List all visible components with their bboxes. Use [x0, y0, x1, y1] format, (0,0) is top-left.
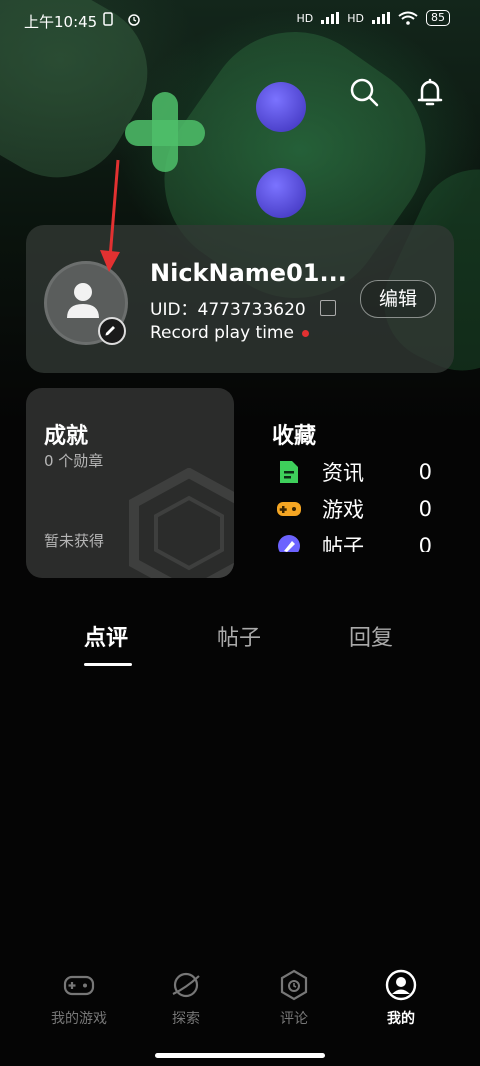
- home-indicator[interactable]: [155, 1053, 325, 1058]
- network-hd-label-2: HD: [347, 11, 364, 25]
- tab-posts[interactable]: 帖子: [217, 620, 261, 652]
- nav-comments[interactable]: 评论: [249, 968, 339, 1028]
- favorite-row-games[interactable]: 游戏 0: [276, 492, 432, 526]
- achievements-title: 成就: [44, 424, 89, 449]
- nickname: NickName01...: [150, 259, 347, 287]
- favorite-row-posts[interactable]: 帖子 0: [276, 529, 432, 552]
- nav-explore[interactable]: 探索: [141, 968, 231, 1028]
- tab-replies[interactable]: 回复: [349, 620, 393, 652]
- nav-label-my-games: 我的游戏: [51, 1011, 107, 1027]
- record-play-time[interactable]: Record play time: [150, 323, 309, 343]
- tab-reviews[interactable]: 点评: [84, 620, 128, 652]
- status-bar: 上午10:45 HD HD 85: [0, 0, 480, 40]
- favorite-label-posts: 帖子: [322, 535, 364, 552]
- favorite-count-games: 0: [418, 497, 432, 521]
- uid-value: 4773733620: [197, 300, 306, 320]
- battery-indicator: 85: [426, 10, 450, 26]
- vibrate-icon: [103, 12, 113, 26]
- uid-label: UID：: [150, 300, 198, 320]
- comment-icon: [280, 969, 308, 1001]
- achievements-empty: 暂未获得: [44, 532, 105, 550]
- alarm-icon: [128, 14, 141, 26]
- user-silhouette-icon: [67, 283, 99, 318]
- favorites-title: 收藏: [272, 424, 317, 449]
- top-actions: [348, 76, 446, 108]
- status-notification-icons: [100, 11, 142, 31]
- favorite-row-news[interactable]: 资讯 0: [276, 455, 432, 489]
- nav-label-explore: 探索: [172, 1011, 200, 1027]
- notification-dot: [301, 329, 309, 337]
- favorite-count-news: 0: [418, 460, 432, 484]
- favorite-count-posts: 0: [418, 534, 432, 552]
- red-arrow-annotation: [100, 159, 120, 272]
- status-time: 上午10:45: [24, 13, 98, 31]
- wifi-icon: [398, 11, 418, 25]
- document-icon: [280, 461, 298, 483]
- signal-icon-2: [372, 12, 390, 24]
- profile-icon: [385, 969, 417, 1001]
- achievements-card[interactable]: 成就 0 个勋章 暂未获得: [26, 388, 234, 578]
- nav-label-me: 我的: [387, 1011, 415, 1027]
- favorite-label-news: 资讯: [322, 461, 364, 485]
- nav-me[interactable]: 我的: [356, 968, 446, 1028]
- pencil-icon: [105, 326, 115, 336]
- uid-row: UID：4773733620: [150, 295, 336, 320]
- active-tab-indicator: [84, 663, 132, 666]
- profile-card: NickName01... UID：4773733620 Record play…: [26, 225, 454, 373]
- nav-label-comments: 评论: [280, 1011, 308, 1027]
- copy-icon[interactable]: [319, 299, 336, 316]
- network-hd-label: HD: [296, 11, 314, 25]
- achievements-count: 0 个勋章: [44, 452, 104, 470]
- bell-icon[interactable]: [414, 76, 446, 108]
- search-icon[interactable]: [348, 76, 380, 108]
- record-play-time-label: Record play time: [150, 323, 294, 343]
- signal-icon: [321, 12, 340, 24]
- avatar-edit-button[interactable]: [98, 317, 126, 345]
- nav-my-games[interactable]: 我的游戏: [34, 968, 124, 1028]
- favorite-label-games: 游戏: [322, 498, 364, 522]
- gamepad-icon: [63, 975, 95, 996]
- gamepad-icon: [277, 502, 301, 516]
- edit-profile-button[interactable]: 编辑: [360, 280, 436, 318]
- favorites-list: 资讯 0 游戏 0 帖子 0: [270, 455, 440, 552]
- bottom-navigation: 我的游戏 探索 评论 我的: [0, 960, 480, 1040]
- planet-icon: [172, 972, 200, 998]
- pen-icon: [278, 535, 300, 552]
- hexagon-badge-icon: [129, 468, 234, 578]
